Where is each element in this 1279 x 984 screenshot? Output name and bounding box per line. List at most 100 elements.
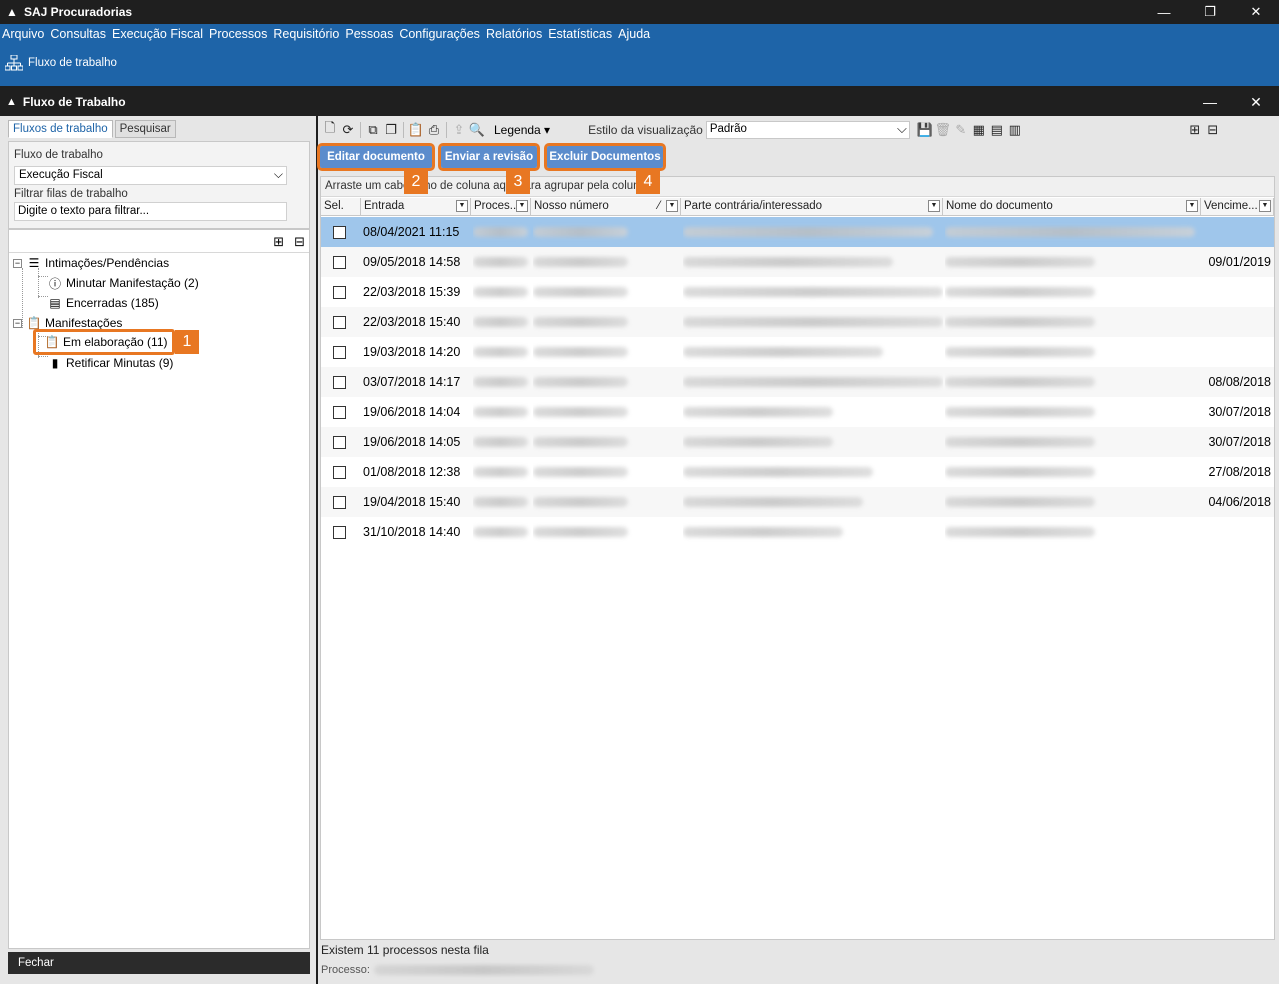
col-vencimento[interactable]: Vencime... ▼ (1201, 198, 1274, 216)
col-sel[interactable]: Sel. (321, 198, 361, 216)
table-row[interactable]: 19/03/2018 14:20 (321, 337, 1274, 367)
menu-consultas[interactable]: Consultas (50, 27, 110, 41)
clipboard-icon: 📋 (26, 316, 42, 330)
tree-node-retificar-minutas[interactable]: ▮ Retificar Minutas (9) (47, 354, 174, 372)
filter-dropdown-icon[interactable]: ▼ (928, 200, 940, 212)
send-to-review-button[interactable]: Enviar a revisão (438, 143, 540, 171)
row-checkbox[interactable] (333, 345, 346, 359)
col-nosso-numero[interactable]: Nosso número ⁄ ▼ (531, 198, 681, 216)
save-view-icon[interactable]: 💾 (916, 121, 934, 139)
tab-fluxos-de-trabalho[interactable]: Fluxos de trabalho (8, 120, 113, 138)
table-row[interactable]: 22/03/2018 15:40 (321, 307, 1274, 337)
col-parte-contraria[interactable]: Parte contrária/interessado ▼ (681, 198, 943, 216)
flow-label: Fluxo de trabalho (14, 149, 103, 161)
filter-dropdown-icon[interactable]: ▼ (1259, 200, 1271, 212)
menu-requisitorio[interactable]: Requisitório (273, 27, 343, 41)
table-row[interactable]: 09/05/2018 14:58 09/01/2019 (321, 247, 1274, 277)
close-button[interactable]: Fechar (8, 952, 310, 974)
delete-view-icon[interactable]: 🗑 (934, 121, 952, 139)
tree-node-encerradas[interactable]: ▤ Encerradas (185) (47, 294, 158, 312)
redacted-value (533, 227, 628, 237)
cell-processo (473, 517, 531, 547)
row-checkbox[interactable] (333, 225, 346, 239)
expand-tree-icon[interactable]: ⊞ (273, 234, 284, 250)
filter-dropdown-icon[interactable]: ▼ (516, 200, 528, 212)
search-document-icon[interactable]: 🔍 (468, 121, 486, 139)
minimize-icon[interactable]: — (1141, 0, 1187, 24)
flow-select[interactable]: Execução Fiscal ⌵ (14, 166, 287, 185)
col-nome-documento[interactable]: Nome do documento ▼ (943, 198, 1201, 216)
menu-estatisticas[interactable]: Estatísticas (548, 27, 616, 41)
report-icon[interactable]: ▤ (988, 121, 1006, 139)
tree-node-em-elaboracao[interactable]: 📋 Em elaboração (11) (33, 329, 175, 355)
table-row[interactable]: 08/04/2021 11:15 (321, 217, 1274, 247)
select-all-icon[interactable]: ⧉ (364, 121, 382, 139)
row-checkbox[interactable] (333, 315, 346, 329)
row-checkbox[interactable] (333, 375, 346, 389)
redacted-value (945, 347, 1095, 357)
row-checkbox[interactable] (333, 285, 346, 299)
menu-processos[interactable]: Processos (209, 27, 271, 41)
columns-icon[interactable]: ▥ (1006, 121, 1024, 139)
row-checkbox[interactable] (333, 525, 346, 539)
table-row[interactable]: 01/08/2018 12:38 27/08/2018 (321, 457, 1274, 487)
edit-document-button[interactable]: Editar documento (317, 143, 435, 171)
table-row[interactable]: 19/06/2018 14:05 30/07/2018 (321, 427, 1274, 457)
menu-relatorios[interactable]: Relatórios (486, 27, 546, 41)
view-style-select[interactable]: Padrão ⌵ (705, 121, 910, 139)
refresh-icon[interactable]: ⟳ (339, 121, 357, 139)
tree-node-minutar-manifestacao[interactable]: ⓘ Minutar Manifestação (2) (47, 274, 199, 292)
table-row[interactable]: 19/04/2018 15:40 04/06/2018 (321, 487, 1274, 517)
new-document-icon[interactable]: 🗋 (321, 120, 339, 139)
col-processo[interactable]: Proces... ▼ (471, 198, 531, 216)
tab-pesquisar[interactable]: Pesquisar (114, 120, 176, 138)
collapse-tree-icon[interactable]: ⊟ (294, 234, 305, 250)
collapse-toggle-icon[interactable]: − (13, 258, 22, 268)
pen-icon: ▮ (51, 356, 59, 370)
excel-icon[interactable]: ▦ (970, 121, 988, 139)
menu-execucao-fiscal[interactable]: Execução Fiscal (112, 27, 207, 41)
inner-minimize-icon[interactable]: — (1187, 88, 1233, 116)
inner-window-controls: — ✕ (1187, 88, 1279, 116)
quick-access-workflow[interactable]: Fluxo de trabalho (0, 44, 1279, 82)
filter-dropdown-icon[interactable]: ▼ (456, 200, 468, 212)
table-row[interactable]: 19/06/2018 14:04 30/07/2018 (321, 397, 1274, 427)
row-checkbox[interactable] (333, 435, 346, 449)
tree-node-intimacoes[interactable]: − ☰ Intimações/Pendências (13, 254, 169, 272)
print-icon[interactable]: ⎙ (425, 121, 443, 139)
tree-toolbar-divider (9, 252, 309, 253)
row-checkbox-cell (333, 307, 353, 337)
filter-dropdown-icon[interactable]: ▼ (1186, 200, 1198, 212)
table-row[interactable]: 31/10/2018 14:40 (321, 517, 1274, 547)
step-badge-3: 3 (506, 170, 530, 194)
filter-input[interactable]: Digite o texto para filtrar... (14, 202, 287, 221)
collapse-toggle-icon[interactable]: − (13, 318, 22, 328)
table-row[interactable]: 22/03/2018 15:39 (321, 277, 1274, 307)
filter-dropdown-icon[interactable]: ▼ (666, 200, 678, 212)
col-entrada[interactable]: Entrada ▼ (361, 198, 471, 216)
menu-configuracoes[interactable]: Configurações (399, 27, 484, 41)
restore-icon[interactable]: ❐ (1187, 0, 1233, 24)
menu-arquivo[interactable]: Arquivo (2, 27, 48, 41)
table-row[interactable]: 03/07/2018 14:17 08/08/2018 (321, 367, 1274, 397)
legend-dropdown[interactable]: Legenda ▾ (494, 123, 550, 137)
row-checkbox[interactable] (333, 495, 346, 509)
row-checkbox[interactable] (333, 255, 346, 269)
sort-icon: ⁄ (658, 200, 660, 212)
clipboard-icon[interactable]: 📋 (407, 121, 425, 139)
copy-icon[interactable]: ❐ (382, 121, 400, 139)
collapse-group-icon[interactable]: ⊟ (1204, 121, 1222, 139)
row-checkbox[interactable] (333, 465, 346, 479)
row-checkbox[interactable] (333, 405, 346, 419)
col-label: Proces... (474, 200, 520, 212)
delete-documents-button[interactable]: Excluir Documentos (544, 143, 666, 171)
menu-ajuda[interactable]: Ajuda (618, 27, 654, 41)
export-icon[interactable]: ⇪ (450, 121, 468, 139)
col-label: Nosso número (534, 200, 609, 212)
menu-pessoas[interactable]: Pessoas (345, 27, 397, 41)
inner-close-icon[interactable]: ✕ (1233, 88, 1279, 116)
close-icon[interactable]: ✕ (1233, 0, 1279, 24)
edit-view-icon[interactable]: ✎ (952, 121, 970, 139)
expand-group-icon[interactable]: ⊞ (1186, 121, 1204, 139)
cell-nome-documento (945, 307, 1201, 337)
